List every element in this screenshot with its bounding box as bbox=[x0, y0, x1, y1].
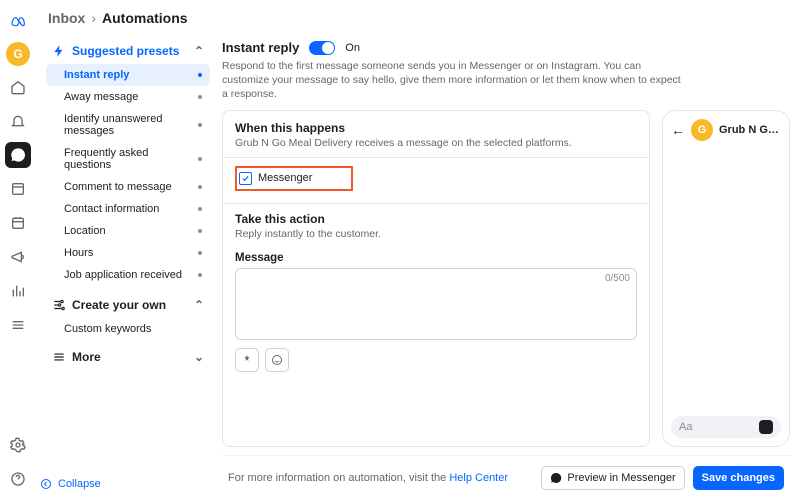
breadcrumb-parent[interactable]: Inbox bbox=[48, 10, 85, 26]
sidebar-item-unanswered[interactable]: Identify unanswered messages bbox=[46, 108, 210, 142]
emoji-button[interactable] bbox=[265, 348, 289, 372]
help-center-link[interactable]: Help Center bbox=[449, 472, 508, 484]
sidebar-item-contact[interactable]: Contact information bbox=[46, 198, 210, 220]
breadcrumb: Inbox › Automations bbox=[36, 0, 800, 32]
meta-logo-icon[interactable] bbox=[5, 8, 31, 34]
preview-in-messenger-button[interactable]: Preview in Messenger bbox=[541, 466, 684, 490]
collapse-sidebar-button[interactable]: Collapse bbox=[40, 478, 101, 490]
breadcrumb-current: Automations bbox=[102, 10, 188, 26]
sliders-icon bbox=[52, 298, 66, 312]
save-changes-button[interactable]: Save changes bbox=[693, 466, 784, 490]
list-icon bbox=[52, 350, 66, 364]
chevron-up-icon: ⌃ bbox=[194, 298, 204, 312]
action-heading: Take this action bbox=[235, 212, 637, 226]
settings-icon[interactable] bbox=[5, 432, 31, 458]
chevron-right-icon: › bbox=[91, 10, 96, 26]
automation-title: Instant reply bbox=[222, 40, 299, 55]
when-heading: When this happens bbox=[235, 121, 637, 135]
group-more[interactable]: More ⌄ bbox=[46, 344, 210, 370]
chevron-up-icon: ⌃ bbox=[194, 44, 204, 58]
message-textarea[interactable]: 0/500 bbox=[235, 268, 637, 340]
preview-page-name: Grub N Go M... bbox=[719, 124, 781, 136]
sidebar-item-location[interactable]: Location bbox=[46, 220, 210, 242]
posts-icon[interactable] bbox=[5, 176, 31, 202]
automation-description: Respond to the first message someone sen… bbox=[222, 57, 682, 110]
status-dot bbox=[198, 73, 202, 77]
personalize-button[interactable] bbox=[235, 348, 259, 372]
home-icon[interactable] bbox=[5, 74, 31, 100]
toggle-state: On bbox=[345, 42, 360, 54]
sidebar-item-custom-keywords[interactable]: Custom keywords bbox=[46, 318, 210, 340]
messenger-preview: ← G Grub N Go M... Aa bbox=[662, 110, 790, 447]
platform-messenger-row[interactable]: Messenger bbox=[235, 166, 353, 191]
char-counter: 0/500 bbox=[605, 273, 630, 284]
enable-toggle[interactable] bbox=[309, 41, 335, 55]
chevron-down-icon: ⌄ bbox=[194, 350, 204, 364]
sidebar-item-hours[interactable]: Hours bbox=[46, 242, 210, 264]
sidebar-item-job-app[interactable]: Job application received bbox=[46, 264, 210, 286]
action-subtext: Reply instantly to the customer. bbox=[235, 228, 637, 240]
when-subtext: Grub N Go Meal Delivery receives a messa… bbox=[235, 137, 637, 149]
preview-avatar: G bbox=[691, 119, 713, 141]
menu-icon[interactable] bbox=[5, 312, 31, 338]
insights-icon[interactable] bbox=[5, 278, 31, 304]
preview-input: Aa bbox=[671, 416, 781, 438]
group-suggested-presets[interactable]: Suggested presets ⌃ bbox=[46, 38, 210, 64]
sidebar-item-comment[interactable]: Comment to message bbox=[46, 176, 210, 198]
config-panel: When this happens Grub N Go Meal Deliver… bbox=[222, 110, 650, 447]
group-create-your-own[interactable]: Create your own ⌃ bbox=[46, 292, 210, 318]
messenger-icon bbox=[550, 472, 562, 484]
preview-placeholder: Aa bbox=[679, 421, 692, 433]
ads-icon[interactable] bbox=[5, 244, 31, 270]
group-label: Create your own bbox=[72, 298, 166, 312]
left-rail: G bbox=[0, 0, 36, 500]
rail-avatar[interactable]: G bbox=[6, 42, 30, 66]
back-arrow-icon[interactable]: ← bbox=[671, 122, 685, 138]
help-icon[interactable] bbox=[5, 466, 31, 492]
collapse-icon bbox=[40, 478, 52, 490]
calendar-icon[interactable] bbox=[5, 210, 31, 236]
bell-icon[interactable] bbox=[5, 108, 31, 134]
group-label: More bbox=[72, 350, 101, 364]
footer-info: For more information on automation, visi… bbox=[228, 472, 508, 484]
inbox-icon[interactable] bbox=[5, 142, 31, 168]
platform-label: Messenger bbox=[258, 172, 312, 184]
collapse-label: Collapse bbox=[58, 478, 101, 490]
footer-bar: For more information on automation, visi… bbox=[222, 455, 790, 500]
group-label: Suggested presets bbox=[72, 44, 179, 58]
bolt-icon bbox=[52, 44, 66, 58]
checkbox-checked-icon[interactable] bbox=[239, 172, 252, 185]
send-icon bbox=[759, 420, 773, 434]
sidebar-item-away-message[interactable]: Away message bbox=[46, 86, 210, 108]
automation-sidebar: Suggested presets ⌃ Instant reply Away m… bbox=[36, 32, 216, 500]
sidebar-item-instant-reply[interactable]: Instant reply bbox=[46, 64, 210, 86]
sidebar-item-faq[interactable]: Frequently asked questions bbox=[46, 142, 210, 176]
message-label: Message bbox=[235, 252, 637, 264]
